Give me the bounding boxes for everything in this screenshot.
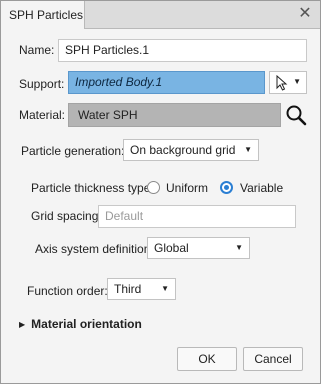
grid-spacing-label: Grid spacing: [31, 209, 102, 223]
function-order-value: Third [114, 282, 142, 296]
material-orientation-label: Material orientation [31, 317, 142, 331]
variable-radio-label[interactable]: Variable [240, 181, 283, 195]
material-field[interactable]: Water SPH [68, 103, 281, 127]
material-orientation-expander[interactable]: ▶ Material orientation [19, 317, 142, 331]
cancel-button[interactable]: Cancel [243, 347, 303, 371]
support-field[interactable]: Imported Body.1 [68, 71, 265, 94]
particle-generation-dropdown[interactable]: On background grid ▼ [123, 139, 259, 161]
particle-generation-value: On background grid [130, 143, 236, 157]
uniform-radio-label[interactable]: Uniform [166, 181, 208, 195]
function-order-dropdown[interactable]: Third ▼ [107, 278, 176, 300]
title-bar: SPH Particles ✕ [1, 1, 320, 29]
material-search-button[interactable] [284, 103, 308, 127]
close-icon[interactable]: ✕ [296, 5, 314, 23]
sph-particles-dialog: SPH Particles ✕ Name: SPH Particles.1 Su… [0, 0, 321, 384]
particle-generation-label: Particle generation: [21, 144, 125, 158]
ok-button[interactable]: OK [177, 347, 237, 371]
pointer-arrow-icon [276, 75, 288, 91]
support-selection-button[interactable]: ▼ [269, 71, 307, 94]
dialog-title: SPH Particles [1, 1, 85, 29]
variable-radio[interactable] [220, 181, 233, 194]
chevron-down-icon: ▼ [235, 243, 243, 252]
search-icon [286, 105, 307, 126]
function-order-label: Function order: [27, 284, 108, 298]
chevron-down-icon: ▼ [161, 284, 169, 293]
chevron-down-icon: ▼ [293, 77, 301, 86]
name-label: Name: [19, 43, 55, 57]
chevron-down-icon: ▼ [244, 145, 252, 154]
support-label: Support: [19, 77, 65, 91]
uniform-radio[interactable] [147, 181, 160, 194]
particle-thickness-label: Particle thickness type: [31, 181, 154, 195]
expand-triangle-icon: ▶ [19, 320, 26, 329]
material-label: Material: [19, 108, 66, 122]
grid-spacing-field[interactable]: Default [98, 205, 296, 228]
name-field[interactable]: SPH Particles.1 [58, 39, 307, 62]
axis-system-label: Axis system definition: [35, 242, 154, 256]
axis-system-dropdown[interactable]: Global ▼ [147, 237, 250, 259]
axis-system-value: Global [154, 241, 189, 255]
